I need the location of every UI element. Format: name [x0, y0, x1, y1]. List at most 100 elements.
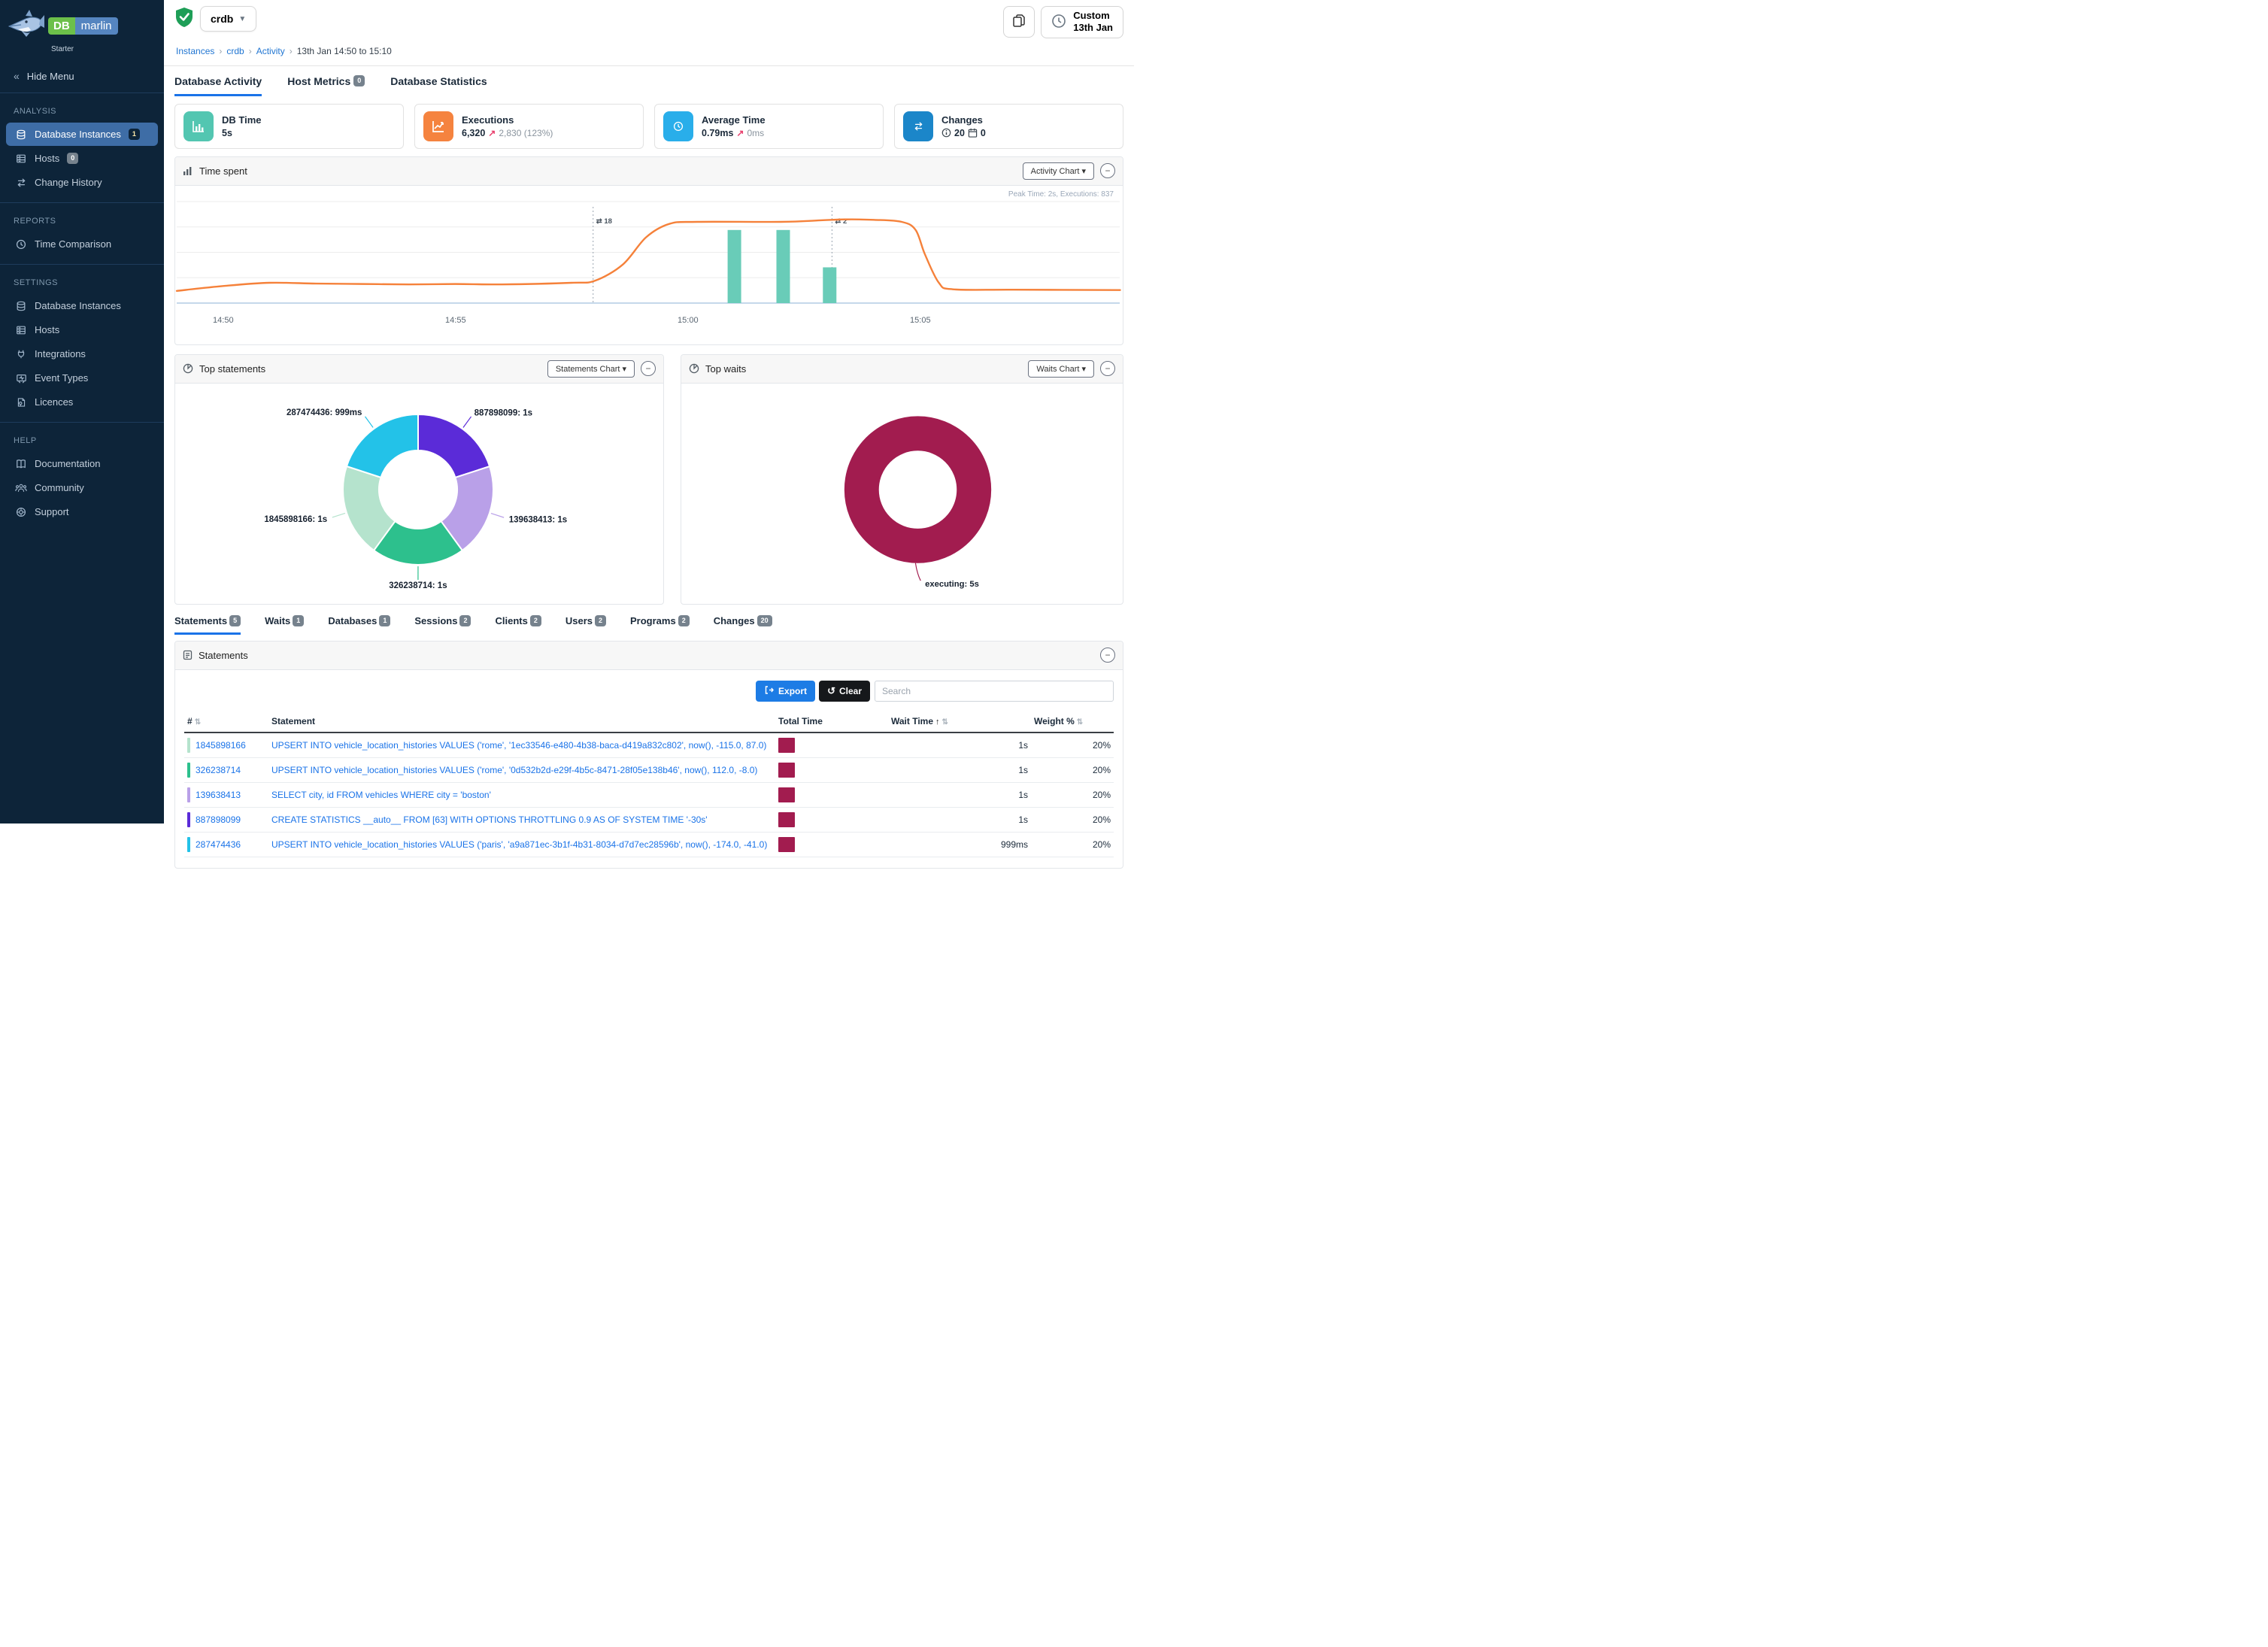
database-icon — [15, 129, 27, 140]
instance-selector[interactable]: crdb ▼ — [200, 6, 256, 32]
tab-host-metrics[interactable]: Host Metrics0 — [287, 75, 365, 96]
statement-id-link[interactable]: 887898099 — [196, 814, 241, 825]
statement-id-link[interactable]: 326238714 — [196, 765, 241, 775]
pie-slice-label: 1845898166: 1s — [264, 515, 327, 524]
metric-card-body: Changes200 — [941, 114, 986, 138]
collapse-top-waits-button[interactable]: − — [1100, 361, 1115, 376]
logo-marlin: marlin — [75, 17, 118, 35]
sidebar-item-documentation[interactable]: Documentation — [6, 452, 158, 475]
tab-changes[interactable]: Changes20 — [714, 615, 772, 635]
sidebar-section-label: REPORTS — [0, 214, 164, 232]
copy-link-button[interactable] — [1003, 6, 1035, 38]
sidebar-item-change-history[interactable]: Change History — [6, 171, 158, 194]
breadcrumb-instances[interactable]: Instances — [176, 46, 214, 56]
sidebar-item-badge: 1 — [129, 129, 140, 140]
clock-icon — [1051, 14, 1066, 31]
statement-text-cell: UPSERT INTO vehicle_location_histories V… — [268, 757, 775, 782]
waits-chart-select[interactable]: Waits Chart ▾ — [1028, 360, 1094, 378]
sidebar-item-database-instances[interactable]: Database Instances1 — [6, 123, 158, 146]
statement-id-link[interactable]: 1845898166 — [196, 740, 246, 751]
column-header-weight[interactable]: Weight %⇅ — [1031, 711, 1114, 733]
pie-chart-icon — [183, 363, 193, 374]
tab-databases[interactable]: Databases1 — [328, 615, 390, 635]
statement-link[interactable]: UPSERT INTO vehicle_location_histories V… — [271, 740, 772, 751]
export-button[interactable]: Export — [756, 681, 815, 702]
sidebar-item-label: Licences — [35, 396, 73, 408]
pie-slice-887898099[interactable] — [418, 414, 490, 478]
statement-link[interactable]: UPSERT INTO vehicle_location_histories V… — [271, 765, 772, 775]
tab-waits[interactable]: Waits1 — [265, 615, 304, 635]
collapse-time-spent-button[interactable]: − — [1100, 163, 1115, 178]
db-time-line — [177, 219, 1120, 290]
docs-icon — [15, 459, 27, 469]
tab-clients[interactable]: Clients2 — [495, 615, 541, 635]
sidebar-item-hosts[interactable]: Hosts — [6, 318, 158, 341]
pie-slice-label: 139638413: 1s — [509, 515, 567, 524]
sidebar-item-event-types[interactable]: Event Types — [6, 366, 158, 390]
column-label: Weight % — [1034, 716, 1075, 726]
statement-id-link[interactable]: 139638413 — [196, 790, 241, 800]
collapse-statements-button[interactable]: − — [1100, 648, 1115, 663]
statements-chart-select[interactable]: Statements Chart ▾ — [547, 360, 635, 378]
tab-programs[interactable]: Programs2 — [630, 615, 690, 635]
hide-menu-button[interactable]: « Hide Menu — [0, 59, 164, 93]
sidebar-item-community[interactable]: Community — [6, 476, 158, 499]
tab-statements[interactable]: Statements5 — [174, 615, 241, 635]
pie-slice-executing[interactable] — [862, 433, 974, 545]
weight-cell: 20% — [1031, 757, 1114, 782]
time-range-button[interactable]: Custom 13th Jan — [1041, 6, 1123, 38]
column-header-statement[interactable]: Statement — [268, 711, 775, 733]
statement-link[interactable]: CREATE STATISTICS __auto__ FROM [63] WIT… — [271, 814, 772, 825]
clear-button[interactable]: ↺ Clear — [819, 681, 870, 702]
pie-label-line — [332, 513, 345, 517]
change-annotation-label: ⇄ 18 — [596, 217, 612, 226]
sidebar-section-label: HELP — [0, 433, 164, 451]
sidebar-item-label: Support — [35, 506, 69, 517]
sidebar-item-integrations[interactable]: Integrations — [6, 342, 158, 365]
activity-chart-select[interactable]: Activity Chart ▾ — [1023, 162, 1094, 180]
column-header-[interactable]: #⇅ — [184, 711, 268, 733]
statement-link[interactable]: SELECT city, id FROM vehicles WHERE city… — [271, 790, 772, 800]
breadcrumb-activity[interactable]: Activity — [256, 46, 285, 56]
metric-card-value: 5s — [222, 128, 262, 138]
metric-card-title: Executions — [462, 114, 553, 126]
statement-link[interactable]: UPSERT INTO vehicle_location_histories V… — [271, 839, 772, 850]
sidebar-item-hosts[interactable]: Hosts0 — [6, 147, 158, 170]
metric-card-db-time: DB Time5s — [174, 104, 404, 149]
search-input[interactable] — [875, 681, 1114, 702]
total-time-bar — [778, 787, 795, 802]
tab-label: Host Metrics — [287, 75, 350, 87]
tab-users[interactable]: Users2 — [565, 615, 606, 635]
metric-card-title: Average Time — [702, 114, 766, 126]
tab-database-statistics[interactable]: Database Statistics — [390, 75, 487, 96]
time-spent-title: Time spent — [199, 165, 247, 177]
metric-card-body: Average Time0.79ms↗0ms — [702, 114, 766, 138]
collapse-top-statements-button[interactable]: − — [641, 361, 656, 376]
brand-logo: DB marlin Starter — [0, 0, 164, 59]
metric-card-average-time: Average Time0.79ms↗0ms — [654, 104, 884, 149]
marlin-fish-icon — [8, 9, 45, 43]
pie-slice-287474436[interactable] — [347, 414, 418, 478]
tab-database-activity[interactable]: Database Activity — [174, 75, 262, 96]
sidebar-item-label: Database Instances — [35, 300, 121, 311]
sidebar-item-time-comparison[interactable]: Time Comparison — [6, 232, 158, 256]
breadcrumb-crdb[interactable]: crdb — [226, 46, 244, 56]
statement-id-link[interactable]: 287474436 — [196, 839, 241, 850]
sidebar-item-licences[interactable]: Licences — [6, 390, 158, 414]
sidebar-item-badge: 0 — [67, 153, 78, 164]
metric-card-value: 6,320↗2,830 (123%) — [462, 128, 553, 138]
edition-label: Starter — [51, 45, 156, 53]
breadcrumb-separator: › — [249, 46, 252, 56]
sidebar-item-support[interactable]: Support — [6, 500, 158, 523]
x-tick-label: 14:50 — [213, 316, 234, 325]
tab-sessions[interactable]: Sessions2 — [414, 615, 471, 635]
pie-chart-icon — [689, 363, 699, 374]
weight-cell: 20% — [1031, 782, 1114, 807]
sidebar-item-database-instances[interactable]: Database Instances — [6, 294, 158, 317]
page-header: crdb ▼ — [164, 0, 1134, 66]
total-time-cell — [775, 807, 888, 832]
column-header-total-time[interactable]: Total Time — [775, 711, 888, 733]
column-header-wait-time[interactable]: Wait Time↑⇅ — [888, 711, 1031, 733]
clear-icon: ↺ — [827, 685, 835, 697]
sidebar-item-label: Time Comparison — [35, 238, 111, 250]
